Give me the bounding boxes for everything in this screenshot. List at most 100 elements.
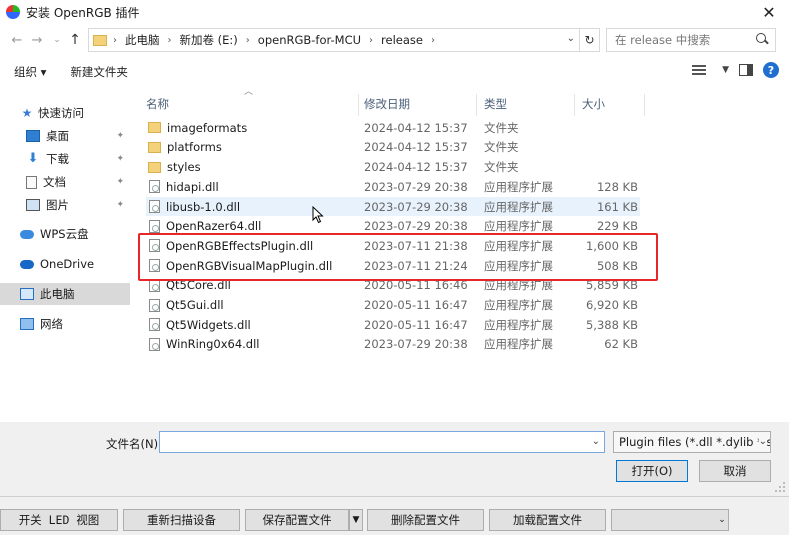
- sidebar-item-wps-cloud[interactable]: WPS云盘: [0, 223, 130, 245]
- file-row[interactable]: hidapi.dll 2023-07-29 20:38 应用程序扩展 128 KB: [146, 177, 640, 197]
- crumb-separator-icon[interactable]: ›: [431, 35, 435, 46]
- chevron-down-icon[interactable]: ⌄: [567, 33, 575, 44]
- sidebar-item-this-pc[interactable]: 此电脑: [0, 283, 130, 305]
- filename-input[interactable]: ⌄: [159, 431, 605, 453]
- column-divider[interactable]: [358, 94, 359, 116]
- star-icon: ★: [21, 106, 33, 120]
- file-row[interactable]: Qt5Gui.dll 2020-05-11 16:47 应用程序扩展 6,920 KB: [146, 295, 640, 315]
- file-row[interactable]: platforms 2024-04-12 15:37 文件夹: [146, 138, 640, 158]
- crumb-separator-icon[interactable]: ›: [369, 35, 373, 46]
- chevron-down-icon[interactable]: ⌄: [715, 509, 729, 531]
- column-header-type[interactable]: 类型: [484, 94, 507, 114]
- pin-icon[interactable]: ✦: [116, 177, 124, 187]
- organize-button[interactable]: 组织 ▾: [8, 64, 52, 80]
- dialog-bottom-panel: 文件名(N): ⌄ Plugin files (*.dll *.dylib *.…: [0, 422, 789, 496]
- chevron-down-icon[interactable]: ⌄: [758, 436, 767, 447]
- column-header-size[interactable]: 大小: [582, 94, 605, 114]
- file-row[interactable]: WinRing0x64.dll 2023-07-29 20:38 应用程序扩展 62 …: [146, 335, 640, 355]
- delete-profile-button[interactable]: 删除配置文件: [367, 509, 484, 531]
- open-button[interactable]: 打开(O): [616, 460, 688, 482]
- column-header-date[interactable]: 修改日期: [364, 94, 410, 114]
- file-type-value: Plugin files (*.dll *.dylib *.so *: [619, 435, 770, 449]
- crumb-separator-icon[interactable]: ›: [246, 35, 250, 46]
- pin-icon[interactable]: ✦: [116, 200, 124, 210]
- file-size: 1,600 KB: [585, 238, 638, 253]
- file-name: imageformats: [167, 120, 248, 135]
- chevron-down-icon[interactable]: ▼: [722, 65, 729, 75]
- pin-icon[interactable]: ✦: [116, 131, 124, 141]
- save-profile-dropdown-icon[interactable]: ▼: [349, 509, 363, 531]
- file-size: 62 KB: [604, 337, 638, 352]
- breadcrumb-project[interactable]: openRGB-for-MCU: [258, 33, 361, 47]
- new-folder-button[interactable]: 新建文件夹: [64, 64, 134, 80]
- save-profile-button[interactable]: 保存配置文件: [245, 509, 349, 531]
- file-type: 应用程序扩展: [484, 238, 553, 253]
- file-name-cell: OpenRGBEffectsPlugin.dll: [148, 236, 313, 256]
- breadcrumb-release[interactable]: release: [381, 33, 423, 47]
- folder-icon: [148, 161, 161, 173]
- column-divider[interactable]: [476, 94, 477, 116]
- resize-grip-icon[interactable]: [775, 482, 785, 492]
- file-type: 应用程序扩展: [484, 337, 553, 352]
- up-arrow-icon[interactable]: ↑: [66, 30, 84, 50]
- column-divider[interactable]: [574, 94, 575, 116]
- file-row[interactable]: styles 2024-04-12 15:37 文件夹: [146, 157, 640, 177]
- folder-icon: [93, 34, 107, 46]
- profile-select[interactable]: [611, 509, 729, 531]
- address-row: ← → ⌄ ↑ › 此电脑 › 新加卷 (E:) › openRGB-for-M…: [0, 26, 789, 54]
- file-name: OpenRGBVisualMapPlugin.dll: [166, 258, 333, 273]
- dll-file-icon: [149, 318, 160, 332]
- recent-chevron-icon[interactable]: ⌄: [48, 30, 66, 50]
- file-name-cell: OpenRGBVisualMapPlugin.dll: [148, 256, 332, 276]
- file-row[interactable]: OpenRGBVisualMapPlugin.dll 2023-07-11 21:…: [146, 256, 640, 276]
- file-size: 161 KB: [596, 199, 638, 214]
- crumb-separator-icon[interactable]: ›: [113, 35, 117, 46]
- forward-arrow-icon[interactable]: →: [28, 30, 46, 50]
- file-name-cell: imageformats: [148, 118, 247, 138]
- help-icon[interactable]: ?: [763, 62, 779, 78]
- file-row[interactable]: libusb-1.0.dll 2023-07-29 20:38 应用程序扩展 161 …: [146, 196, 640, 217]
- cancel-button[interactable]: 取消: [699, 460, 771, 482]
- sidebar-item-desktop[interactable]: 桌面 ✦: [0, 125, 130, 147]
- search-icon[interactable]: [753, 31, 771, 49]
- file-type: 应用程序扩展: [484, 179, 553, 194]
- file-date: 2024-04-12 15:37: [364, 120, 468, 135]
- address-bar[interactable]: › 此电脑 › 新加卷 (E:) › openRGB-for-MCU › rel…: [88, 28, 580, 52]
- back-arrow-icon[interactable]: ←: [8, 30, 26, 50]
- file-row[interactable]: Qt5Widgets.dll 2020-05-11 16:47 应用程序扩展 5,38…: [146, 315, 640, 335]
- file-row[interactable]: Qt5Core.dll 2020-05-11 16:46 应用程序扩展 5,859 K…: [146, 276, 640, 296]
- search-input[interactable]: 在 release 中搜索: [606, 28, 776, 52]
- dll-file-icon: [149, 219, 160, 233]
- file-row[interactable]: imageformats 2024-04-12 15:37 文件夹: [146, 118, 640, 138]
- load-profile-button[interactable]: 加载配置文件: [489, 509, 606, 531]
- dll-file-icon: [149, 278, 160, 292]
- file-row[interactable]: OpenRGBEffectsPlugin.dll 2023-07-11 21:38…: [146, 236, 640, 256]
- file-name: Qt5Gui.dll: [166, 298, 224, 313]
- view-options-icon[interactable]: [690, 63, 712, 77]
- refresh-icon[interactable]: ↻: [580, 28, 600, 52]
- sidebar-item-onedrive[interactable]: OneDrive: [0, 253, 130, 275]
- file-row[interactable]: OpenRazer64.dll 2023-07-29 20:38 应用程序扩展 229…: [146, 217, 640, 237]
- rescan-devices-button[interactable]: 重新扫描设备: [123, 509, 240, 531]
- sidebar-item-network[interactable]: 网络: [0, 313, 130, 335]
- file-name-cell: platforms: [148, 138, 222, 158]
- chevron-down-icon[interactable]: ⌄: [592, 436, 600, 447]
- file-type: 文件夹: [484, 140, 519, 155]
- sidebar-item-quick-access[interactable]: ★ 快速访问: [0, 102, 130, 124]
- pin-icon[interactable]: ✦: [116, 154, 124, 164]
- breadcrumb-this-pc[interactable]: 此电脑: [125, 32, 160, 48]
- column-header-name[interactable]: 名称: [146, 94, 169, 114]
- file-name-cell: hidapi.dll: [148, 177, 219, 197]
- sidebar-item-documents[interactable]: 文档 ✦: [0, 171, 130, 193]
- sidebar-item-pictures[interactable]: 图片 ✦: [0, 194, 130, 216]
- file-type-select[interactable]: Plugin files (*.dll *.dylib *.so * ⌄: [613, 431, 771, 453]
- file-date: 2023-07-29 20:38: [364, 199, 468, 214]
- breadcrumb-volume[interactable]: 新加卷 (E:): [180, 32, 238, 48]
- toggle-led-view-button[interactable]: 开关 LED 视图: [0, 509, 118, 531]
- close-button[interactable]: ✕: [749, 0, 789, 24]
- sidebar-item-downloads[interactable]: ⬇ 下载 ✦: [0, 148, 130, 170]
- crumb-separator-icon[interactable]: ›: [168, 35, 172, 46]
- file-date: 2023-07-29 20:38: [364, 219, 468, 234]
- preview-pane-icon[interactable]: [739, 64, 753, 76]
- column-divider[interactable]: [644, 94, 645, 116]
